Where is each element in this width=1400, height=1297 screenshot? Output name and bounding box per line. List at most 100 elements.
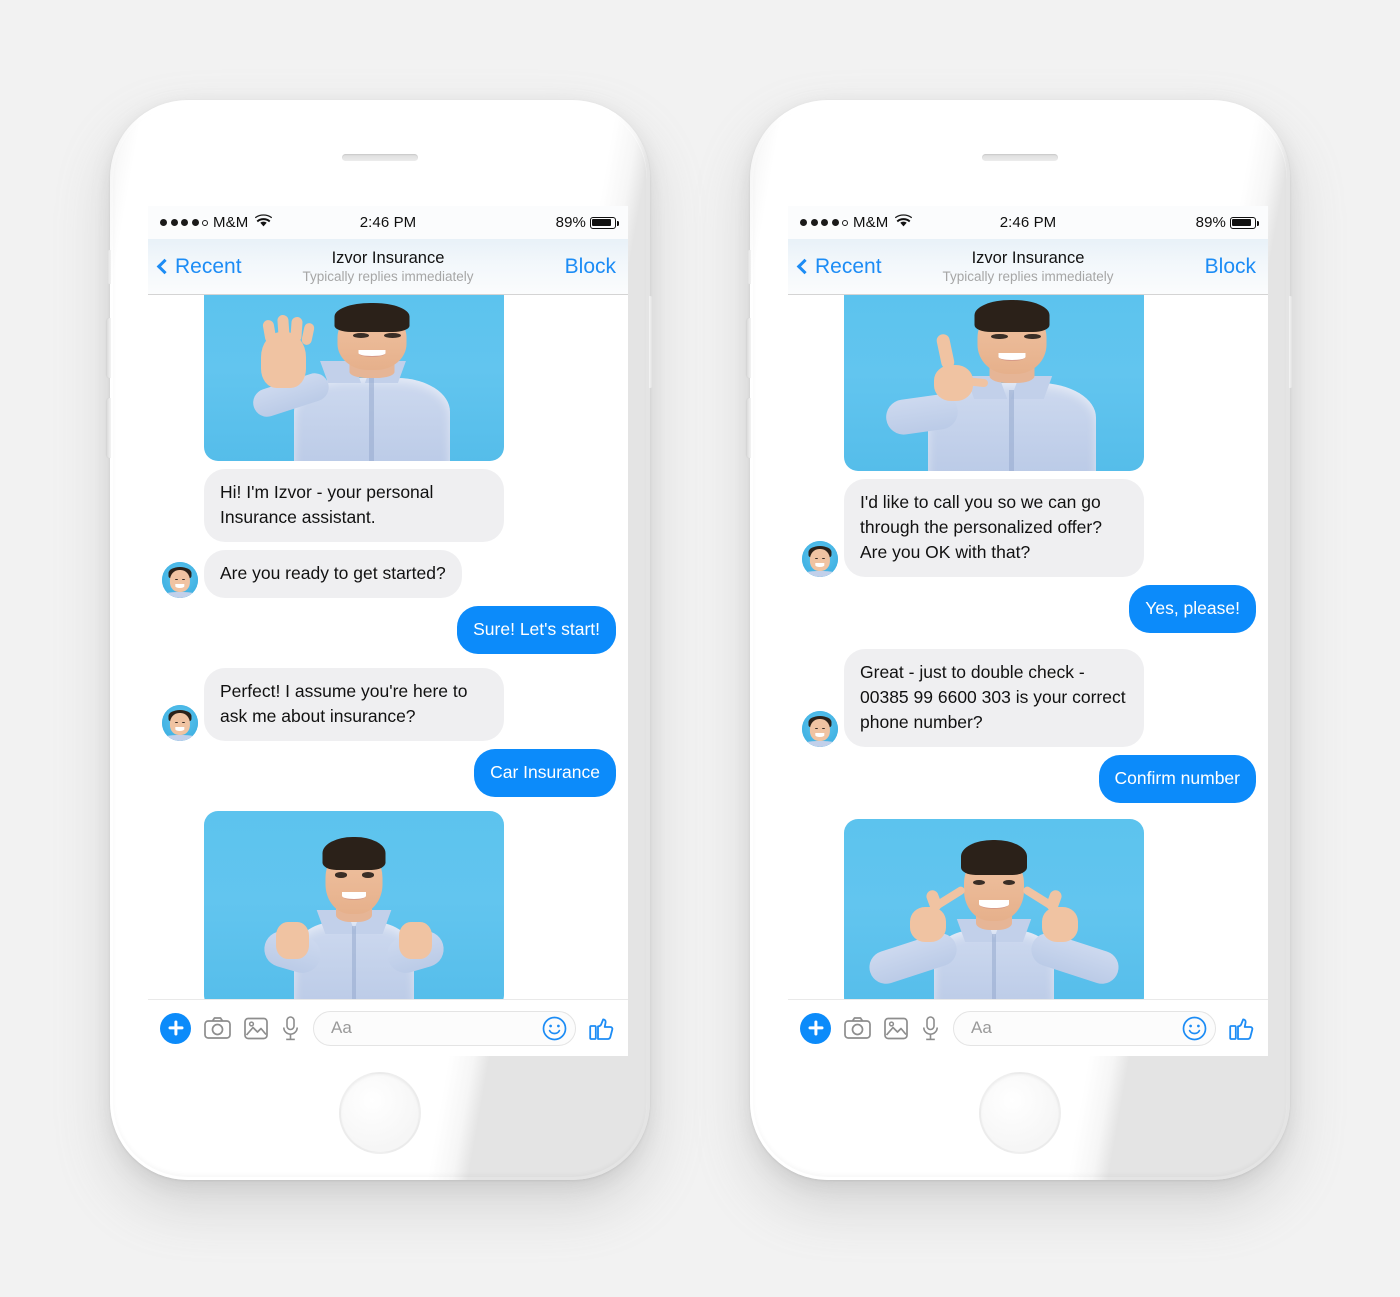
status-bar-clock: 2:46 PM (359, 214, 417, 231)
phone-screen-right: M&M 2:46 PM 89% Recent Izvor Insurance T… (788, 206, 1268, 1056)
outgoing-quick-reply-bubble[interactable]: Car Insurance (474, 749, 616, 797)
incoming-message-bubble[interactable]: Perfect! I assume you're here to ask me … (204, 668, 504, 741)
incoming-message-bubble[interactable]: Great - just to double check - 00385 99 … (844, 649, 1144, 747)
back-to-recent-button[interactable]: Recent (148, 255, 242, 279)
message-composer: Aa (148, 999, 628, 1056)
carrier-label: M&M (853, 214, 889, 231)
earpiece-speaker (342, 154, 418, 161)
image-message-fists[interactable] (204, 811, 504, 999)
photo-icon[interactable] (884, 1017, 908, 1040)
earpiece-speaker (982, 154, 1058, 161)
battery-percent-label: 89% (1195, 214, 1226, 231)
battery-percent-label: 89% (555, 214, 586, 231)
man-pointing-at-self-photo (844, 819, 1144, 999)
message-input-field[interactable]: Aa (953, 1010, 1216, 1046)
man-waving-photo (204, 295, 504, 461)
status-bar-left: M&M (800, 214, 1000, 231)
message-row (800, 819, 1256, 999)
wifi-icon (895, 214, 913, 231)
battery-icon (1230, 216, 1259, 229)
outgoing-message-bubble[interactable]: Sure! Let's start! (457, 606, 616, 654)
home-button[interactable] (979, 1072, 1061, 1154)
photo-icon[interactable] (244, 1017, 268, 1040)
home-button[interactable] (339, 1072, 421, 1154)
smiley-icon[interactable] (1182, 1016, 1207, 1041)
camera-icon[interactable] (844, 1017, 871, 1039)
avatar-slot (800, 711, 844, 747)
navigation-bar: Recent Izvor Insurance Typically replies… (788, 239, 1268, 295)
avatar-slot (800, 541, 844, 577)
message-thread-left[interactable]: Hi! I'm Izvor - your personal Insurance … (148, 295, 628, 999)
signal-strength-dots (800, 219, 848, 226)
power-button[interactable] (1289, 296, 1293, 388)
status-bar-right: 89% (416, 214, 619, 231)
status-bar-left: M&M (160, 214, 360, 231)
man-fists-celebrating-photo (204, 811, 504, 999)
message-row: Confirm number (800, 755, 1256, 803)
message-row (160, 295, 616, 461)
message-row: Car Insurance (160, 749, 616, 797)
wifi-icon (255, 214, 273, 231)
message-row (160, 811, 616, 999)
plus-icon[interactable] (160, 1012, 191, 1044)
status-bar: M&M 2:46 PM 89% (788, 206, 1268, 239)
message-row: Sure! Let's start! (160, 606, 616, 654)
silent-switch[interactable] (107, 250, 111, 284)
man-call-me-gesture-photo (844, 295, 1144, 471)
smiley-icon[interactable] (542, 1016, 567, 1041)
microphone-icon[interactable] (281, 1015, 300, 1041)
message-input-placeholder: Aa (971, 1018, 992, 1037)
block-button[interactable]: Block (565, 255, 628, 279)
carrier-label: M&M (213, 214, 249, 231)
avatar (162, 705, 198, 741)
message-row: Hi! I'm Izvor - your personal Insurance … (160, 469, 616, 542)
power-button[interactable] (649, 296, 653, 388)
image-message-waving[interactable] (204, 295, 504, 461)
thumbs-up-icon[interactable] (589, 1015, 616, 1042)
plus-icon[interactable] (800, 1012, 831, 1044)
incoming-message-bubble[interactable]: I'd like to call you so we can go throug… (844, 479, 1144, 577)
avatar (162, 562, 198, 598)
phone-device-right: M&M 2:46 PM 89% Recent Izvor Insurance T… (747, 100, 1293, 1180)
image-message-pointing[interactable] (844, 819, 1144, 999)
navigation-bar: Recent Izvor Insurance Typically replies… (148, 239, 628, 295)
avatar-slot (160, 705, 204, 741)
volume-up-button[interactable] (107, 318, 111, 378)
volume-down-button[interactable] (747, 398, 751, 458)
message-row: Are you ready to get started? (160, 550, 616, 598)
message-row: I'd like to call you so we can go throug… (800, 479, 1256, 577)
silent-switch[interactable] (747, 250, 751, 284)
block-button[interactable]: Block (1205, 255, 1268, 279)
message-row (800, 295, 1256, 471)
incoming-message-bubble[interactable]: Are you ready to get started? (204, 550, 462, 598)
signal-strength-dots (160, 219, 208, 226)
avatar (802, 711, 838, 747)
chevron-left-icon (796, 258, 813, 274)
chevron-left-icon (156, 258, 173, 274)
status-bar: M&M 2:46 PM 89% (148, 206, 628, 239)
avatar (802, 541, 838, 577)
volume-down-button[interactable] (107, 398, 111, 458)
phone-device-left: M&M 2:46 PM 89% Recent Izvor Insurance T… (107, 100, 653, 1180)
thumbs-up-icon[interactable] (1229, 1015, 1256, 1042)
message-row: Perfect! I assume you're here to ask me … (160, 668, 616, 741)
camera-icon[interactable] (204, 1017, 231, 1039)
back-to-recent-button[interactable]: Recent (788, 255, 882, 279)
back-button-label: Recent (815, 254, 882, 278)
avatar-slot (160, 562, 204, 598)
outgoing-quick-reply-bubble[interactable]: Confirm number (1098, 755, 1256, 803)
message-input-placeholder: Aa (331, 1018, 352, 1037)
outgoing-message-bubble[interactable]: Yes, please! (1129, 585, 1256, 633)
message-thread-right[interactable]: I'd like to call you so we can go throug… (788, 295, 1268, 999)
battery-icon (590, 216, 619, 229)
status-bar-right: 89% (1056, 214, 1259, 231)
status-bar-clock: 2:46 PM (999, 214, 1057, 231)
screenshot-stage: M&M 2:46 PM 89% Recent Izvor Insurance T… (0, 0, 1400, 1297)
message-row: Yes, please! (800, 585, 1256, 633)
volume-up-button[interactable] (747, 318, 751, 378)
message-input-field[interactable]: Aa (313, 1010, 576, 1046)
message-row: Great - just to double check - 00385 99 … (800, 649, 1256, 747)
image-message-callme[interactable] (844, 295, 1144, 471)
microphone-icon[interactable] (921, 1015, 940, 1041)
incoming-message-bubble[interactable]: Hi! I'm Izvor - your personal Insurance … (204, 469, 504, 542)
